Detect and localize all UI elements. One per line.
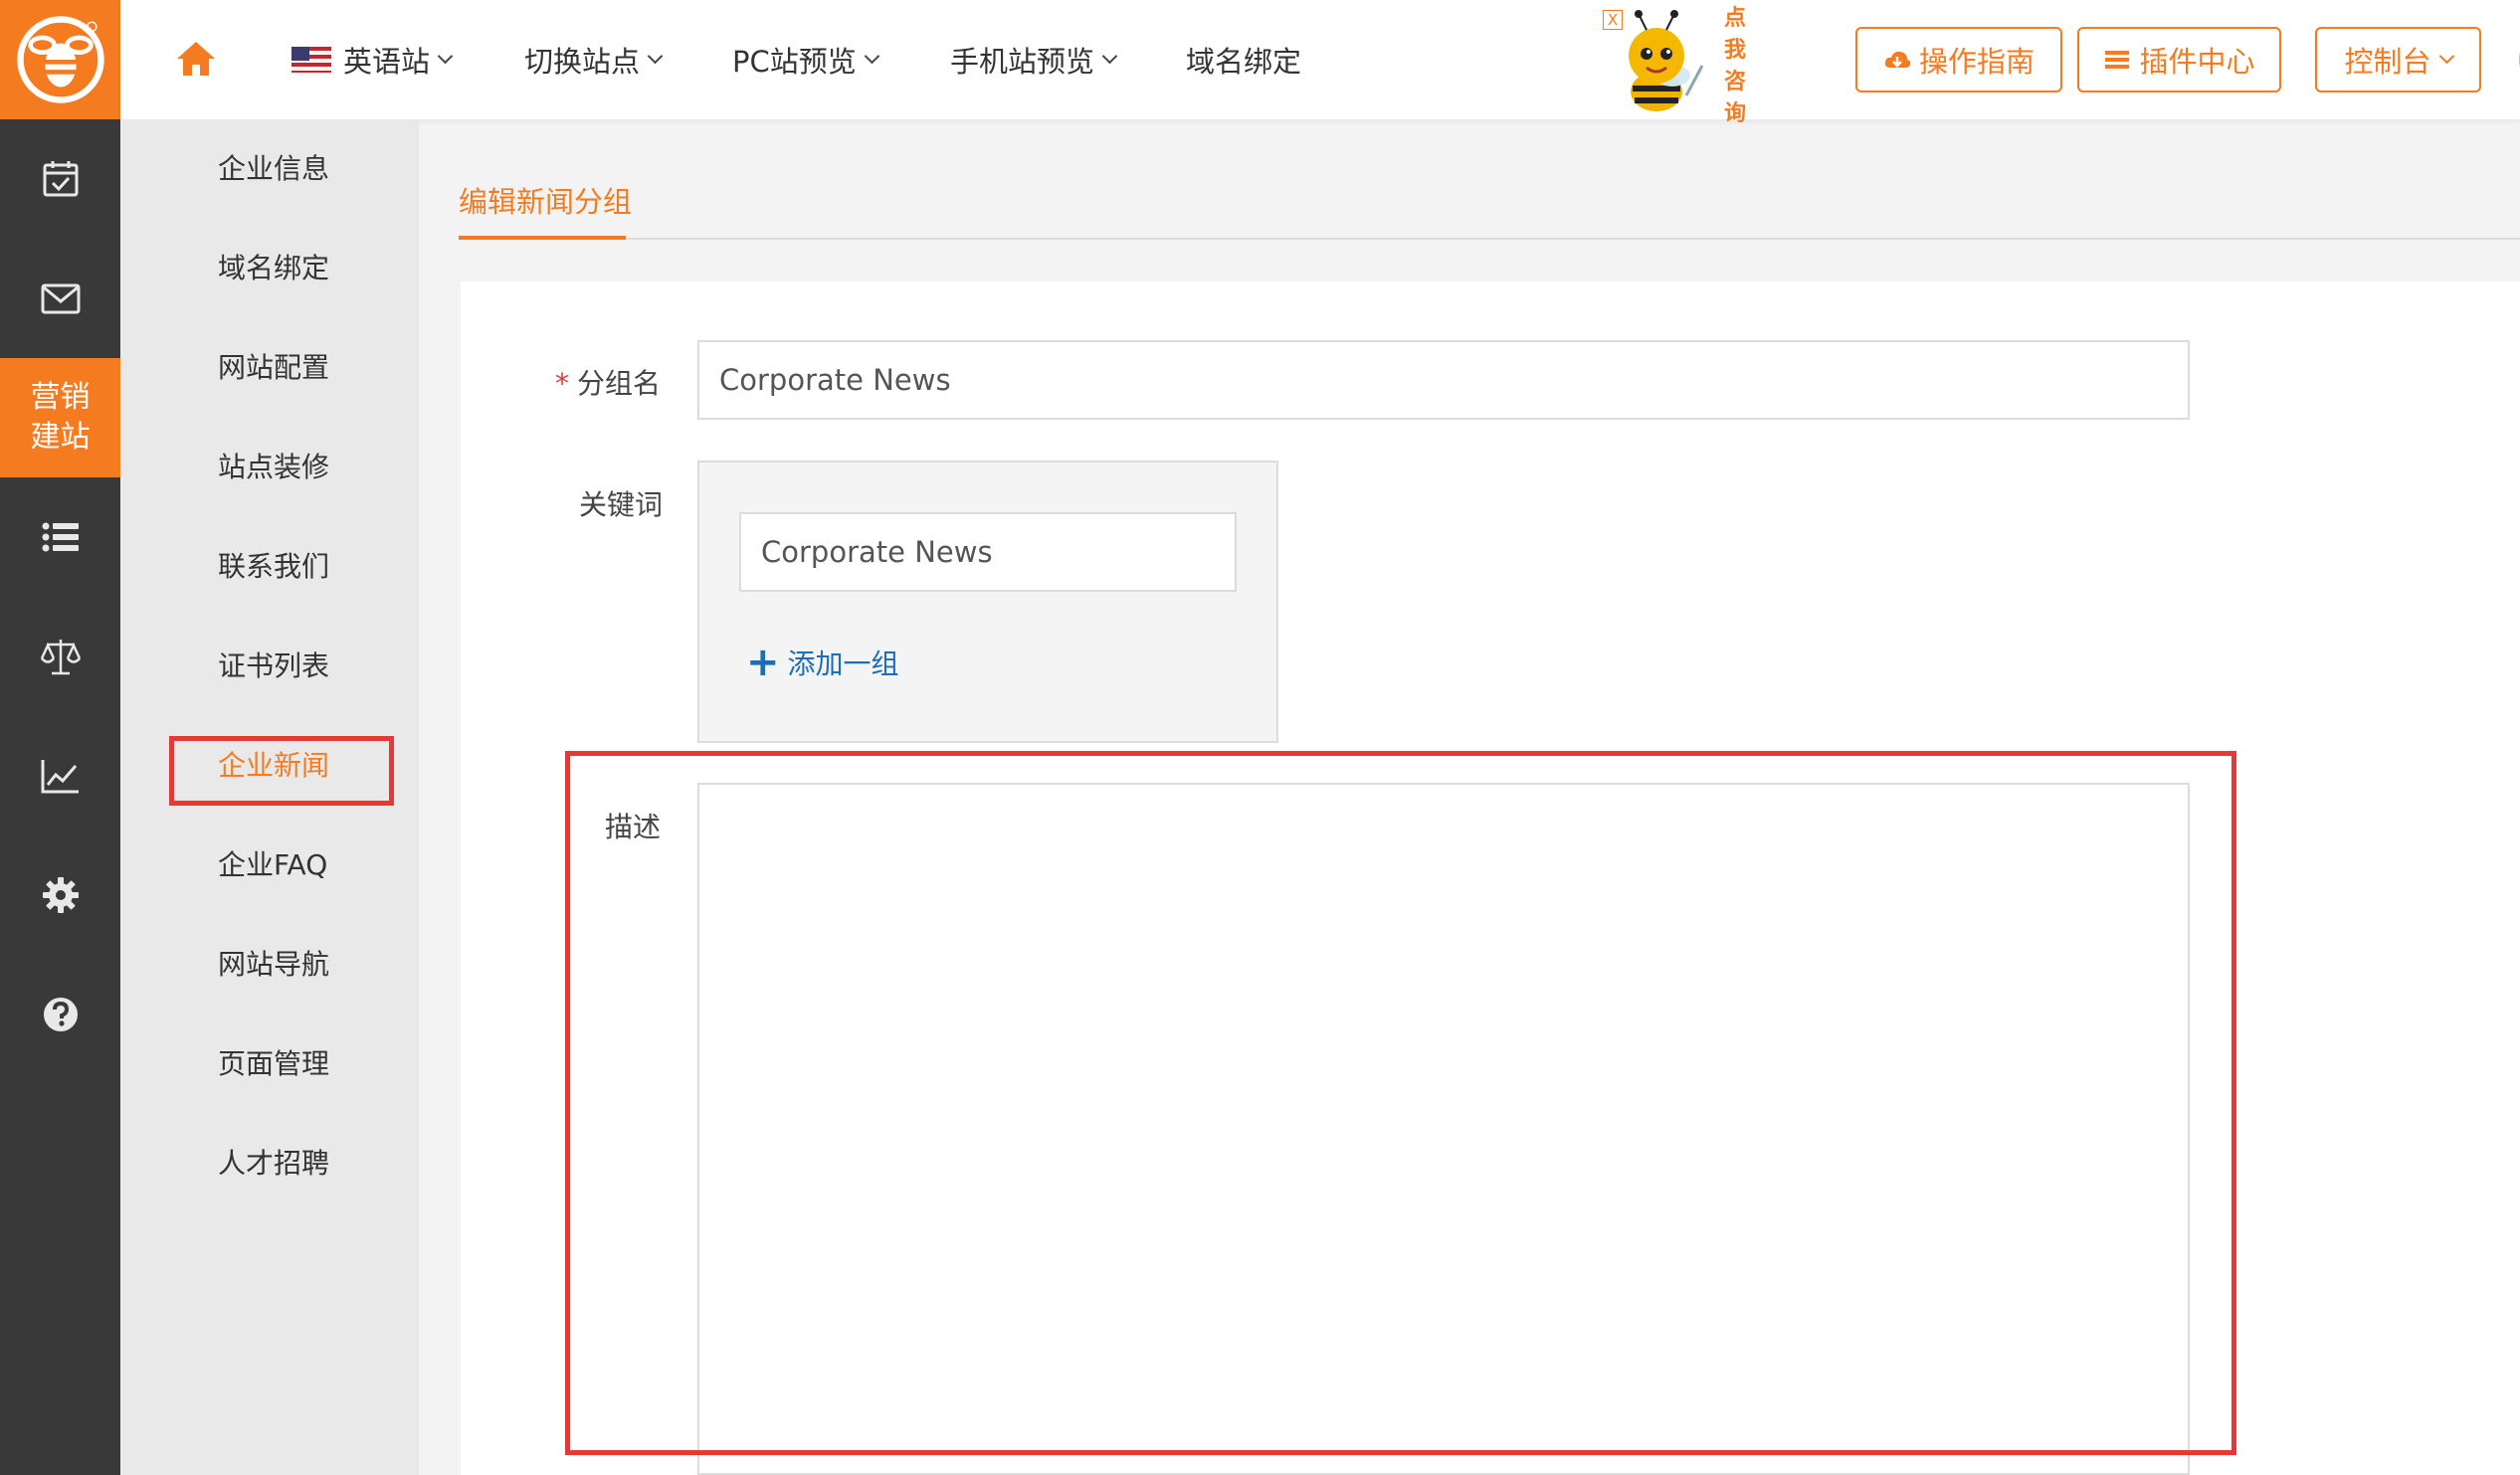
sidebar-item-domain-binding[interactable]: 域名绑定 (218, 249, 329, 288)
chevron-down-icon (2438, 48, 2454, 64)
rail-help[interactable] (0, 955, 120, 1074)
rail-marketing-site[interactable]: 营销 建站 (0, 358, 120, 477)
sidebar-item-contact-us[interactable]: 联系我们 (218, 547, 329, 587)
chevron-down-icon (864, 48, 880, 64)
sidebar-item-site-navigation[interactable]: 网站导航 (218, 945, 329, 985)
balance-scale-icon (40, 640, 81, 675)
rail-mail[interactable] (0, 239, 120, 358)
nav-pc-preview[interactable]: PC站预览 (732, 38, 880, 82)
us-flag-icon (291, 47, 331, 73)
mail-icon (41, 283, 80, 314)
plus-icon: + (746, 640, 780, 685)
description-highlight-box (565, 751, 2236, 1455)
sidebar-item-certificates[interactable]: 证书列表 (218, 646, 329, 686)
sidebar-item-page-management[interactable]: 页面管理 (218, 1044, 329, 1084)
sidebar-item-company-faq[interactable]: 企业FAQ (218, 845, 327, 885)
console-dropdown[interactable]: 控制台 (2315, 27, 2481, 92)
nav-domain-binding[interactable]: 域名绑定 (1186, 38, 1301, 82)
rail-calendar[interactable] (0, 119, 120, 239)
bee-mascot-icon[interactable] (1603, 6, 1742, 117)
nav-domain-binding-label: 域名绑定 (1186, 45, 1302, 79)
nav-switch-site[interactable]: 切换站点 (524, 38, 664, 82)
nav-english-site[interactable]: 英语站 (291, 38, 454, 82)
guide-button-label: 操作指南 (1918, 45, 2035, 79)
nav-mobile-preview[interactable]: 手机站预览 (950, 38, 1118, 82)
icon-rail: 营销 建站 (0, 0, 120, 1475)
chevron-down-icon (647, 48, 664, 64)
plugin-center-label: 插件中心 (2139, 45, 2255, 79)
rail-settings[interactable] (0, 835, 120, 955)
chevron-down-icon (1101, 48, 1118, 64)
tab-divider (459, 238, 2520, 240)
add-group-link[interactable]: + 添加一组 (746, 643, 899, 682)
gear-icon (42, 877, 79, 913)
add-group-label: 添加一组 (787, 647, 899, 680)
sidebar-item-company-info[interactable]: 企业信息 (218, 149, 329, 189)
sidebar-item-recruitment[interactable]: 人才招聘 (218, 1144, 329, 1184)
menu-icon (2105, 51, 2130, 69)
nav-switch-site-label: 切换站点 (524, 45, 641, 79)
sidebar-item-site-config[interactable]: 网站配置 (218, 348, 329, 388)
nav-mobile-preview-label: 手机站预览 (950, 45, 1095, 79)
rail-list[interactable] (0, 477, 120, 597)
required-mark: * (555, 367, 569, 400)
rail-active-label-1: 营销 (30, 380, 91, 415)
help-icon (43, 998, 78, 1031)
calendar-check-icon (43, 161, 78, 197)
bee-logo-icon (16, 16, 104, 103)
group-name-label: * 分组名 (555, 362, 661, 402)
keyword-input[interactable]: Corporate News (739, 512, 1237, 592)
guide-button[interactable]: 操作指南 (1855, 27, 2062, 92)
top-bar: 英语站 切换站点 PC站预览 手机站预览 域名绑定 X 点我咨询 操作指南 插件… (120, 0, 2520, 126)
group-name-label-text: 分组名 (577, 367, 662, 400)
rail-active-label-2: 建站 (30, 420, 91, 455)
mascot-consult-text[interactable]: 点我咨询 (1724, 2, 1764, 129)
group-name-input[interactable]: Corporate News (697, 340, 2190, 420)
home-button[interactable] (174, 38, 218, 82)
list-icon (42, 522, 79, 552)
cloud-download-icon (1884, 51, 1911, 68)
rail-balance[interactable] (0, 597, 120, 716)
console-label: 控制台 (2344, 45, 2431, 79)
tab-active-indicator (459, 236, 626, 240)
sidebar-item-site-decoration[interactable]: 站点装修 (218, 448, 329, 487)
sidebar-highlight-box (169, 736, 394, 806)
nav-pc-preview-label: PC站预览 (732, 45, 857, 79)
home-icon (177, 42, 215, 76)
rail-chart[interactable] (0, 716, 120, 835)
tab-edit-news-group[interactable]: 编辑新闻分组 (459, 179, 632, 221)
line-chart-icon (41, 760, 79, 794)
chevron-down-icon (437, 48, 454, 64)
keyword-label: 关键词 (579, 488, 664, 521)
nav-english-site-label: 英语站 (343, 45, 431, 79)
keyword-panel (697, 461, 1278, 743)
plugin-center-button[interactable]: 插件中心 (2077, 27, 2281, 92)
bee-logo[interactable] (0, 0, 120, 119)
